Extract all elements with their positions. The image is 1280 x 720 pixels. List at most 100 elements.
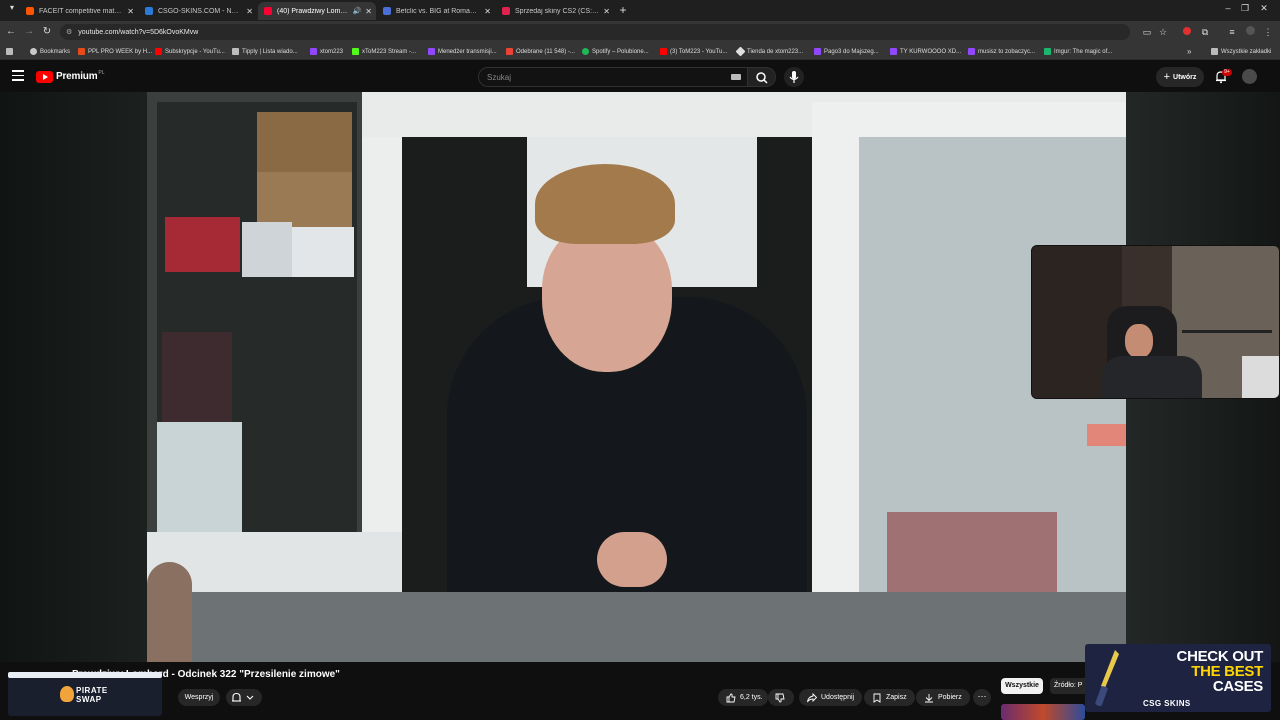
- reload-icon[interactable]: ↻: [41, 26, 53, 38]
- browser-tab-csgo-skins[interactable]: CSGO-SKINS.COM - Najlepsze ✕: [139, 2, 257, 20]
- bookmark-item[interactable]: Imgur: The magic of...: [1044, 46, 1112, 57]
- sponsor-name-line2: SWAP: [76, 695, 102, 704]
- more-actions-button[interactable]: ⋯: [973, 689, 991, 706]
- speaker-icon[interactable]: 🔊: [353, 7, 362, 15]
- youtube-premium-logo[interactable]: Premium PL: [36, 70, 105, 83]
- tab-title: CSGO-SKINS.COM - Najlepsze: [158, 7, 243, 15]
- bookmark-favicon-icon: [506, 48, 513, 55]
- site-info-icon[interactable]: ⚙: [66, 28, 72, 36]
- pirate-skull-icon: [60, 686, 74, 702]
- counter-top: [147, 592, 1126, 662]
- tab-search-icon[interactable]: ▾: [4, 3, 20, 12]
- monitor-light: [1242, 356, 1279, 398]
- logo-text: Premium: [56, 71, 98, 82]
- reflection-sign: [887, 512, 1057, 592]
- media-controls-icon[interactable]: ≡: [1226, 26, 1238, 38]
- country-code: PL: [98, 70, 105, 76]
- bookmarks-bar: Bookmarks PPL PRO WEEK by H... Subskrypc…: [0, 43, 1280, 60]
- close-tab-icon[interactable]: ✕: [603, 7, 610, 16]
- bookmark-item[interactable]: musisz to zobaczyc...: [968, 46, 1035, 57]
- video-player[interactable]: [0, 92, 1280, 662]
- browser-tab-sell-skins[interactable]: Sprzedaj skiny CS2 (CS:GO) | Na ✕: [496, 2, 614, 20]
- search-button[interactable]: [748, 67, 776, 87]
- profile-avatar-icon[interactable]: [1244, 26, 1256, 38]
- apps-grid-icon[interactable]: [6, 46, 16, 57]
- cast-icon[interactable]: ▭: [1141, 26, 1153, 38]
- bookmark-label: (3) ToM223 - YouTu...: [670, 48, 728, 55]
- sponsor-banner[interactable]: PIRATE SWAP: [8, 676, 162, 716]
- keyboard-icon[interactable]: [731, 74, 741, 80]
- bookmark-item[interactable]: Odebrane (11 548) -...: [506, 46, 575, 57]
- video-frame[interactable]: [147, 92, 1126, 662]
- forward-icon[interactable]: →: [23, 26, 35, 38]
- extensions-icon[interactable]: ⧉: [1199, 26, 1211, 38]
- related-video-thumbnail[interactable]: [1001, 704, 1085, 720]
- search-icon: [756, 72, 768, 84]
- bookmark-favicon-icon: [814, 48, 821, 55]
- bookmark-item[interactable]: Pago3 do Majszeg...: [814, 46, 879, 57]
- person-hair: [535, 164, 675, 244]
- bookmark-item[interactable]: Tipply | Lista wiado...: [232, 46, 298, 57]
- bookmark-item[interactable]: Subskrypcje - YouTu...: [155, 46, 225, 57]
- notification-bell-button[interactable]: [226, 689, 262, 706]
- close-tab-icon[interactable]: ✕: [246, 7, 253, 16]
- more-bookmarks-label: »: [1187, 47, 1192, 56]
- download-button[interactable]: Pobierz: [916, 689, 970, 706]
- filter-chip-source[interactable]: Źródło: P: [1050, 678, 1090, 694]
- cardboard-box: [257, 172, 352, 227]
- save-label: Zapisz: [886, 694, 907, 701]
- opera-extension-icon[interactable]: [1181, 26, 1193, 38]
- support-button[interactable]: Wesprzyj: [178, 689, 220, 706]
- hltv-favicon-icon: [383, 7, 391, 15]
- filter-chip-all[interactable]: Wszystkie: [1001, 678, 1043, 694]
- close-tab-icon[interactable]: ✕: [365, 7, 372, 16]
- more-bookmarks-button[interactable]: »: [1187, 46, 1191, 57]
- all-bookmarks-folder[interactable]: Wszystkie zakładki: [1211, 46, 1271, 57]
- browser-tab-betclic[interactable]: Betclic vs. BIG at Roman Imperi ✕: [377, 2, 495, 20]
- browser-tab-faceit[interactable]: FACEIT competitive match - FAC ✕: [20, 2, 138, 20]
- close-window-icon[interactable]: ✕: [1256, 3, 1272, 14]
- youtube-favicon-icon: [264, 7, 272, 15]
- bookmark-favicon-icon: [735, 46, 746, 57]
- voice-search-button[interactable]: [784, 67, 804, 87]
- bookmark-item[interactable]: Tienda de xtom223...: [735, 46, 803, 57]
- streamer-face: [1125, 324, 1153, 358]
- bookmark-item[interactable]: Menedżer transmisji...: [428, 46, 497, 57]
- star-icon[interactable]: ☆: [1157, 26, 1169, 38]
- minimize-icon[interactable]: –: [1220, 3, 1236, 13]
- hamburger-icon[interactable]: [12, 70, 24, 82]
- faceit-favicon-icon: [26, 7, 34, 15]
- promo-headline-3: CASES: [1212, 678, 1263, 695]
- streamer-shirt: [1102, 356, 1202, 398]
- bookmark-item[interactable]: xtom223: [310, 46, 343, 57]
- address-bar[interactable]: ⚙ youtube.com/watch?v=5D6kOvoKMvw: [60, 24, 1130, 40]
- bookmark-favicon-icon: [1044, 48, 1051, 55]
- tab-title: FACEIT competitive match - FAC: [39, 7, 123, 15]
- new-tab-button[interactable]: +: [616, 3, 630, 17]
- maximize-icon[interactable]: ❐: [1237, 3, 1253, 14]
- dislike-button[interactable]: [768, 689, 794, 706]
- browser-menu-icon[interactable]: ⋮: [1262, 26, 1274, 38]
- tab-title: Sprzedaj skiny CS2 (CS:GO) | Na: [515, 7, 599, 15]
- share-button[interactable]: Udostępnij: [799, 689, 863, 706]
- save-button[interactable]: Zapisz: [864, 689, 915, 706]
- like-button[interactable]: 6,2 tys.: [718, 689, 768, 706]
- create-label: Utwórz: [1173, 73, 1197, 81]
- bookmark-item[interactable]: (3) ToM223 - YouTu...: [660, 46, 727, 57]
- search-input[interactable]: [487, 72, 707, 82]
- close-tab-icon[interactable]: ✕: [484, 7, 491, 16]
- bookmark-item[interactable]: Bookmarks: [30, 46, 70, 57]
- browser-tab-youtube[interactable]: (40) Prawdziwy Lombard - 🔊 ✕: [258, 2, 376, 20]
- bookmark-item[interactable]: Spotify – Polubione...: [582, 46, 649, 57]
- bookmark-item[interactable]: xToM223 Stream -...: [352, 46, 416, 57]
- bookmark-item[interactable]: PPL PRO WEEK by H...: [78, 46, 152, 57]
- youtube-masthead: Premium PL + Utwórz: [0, 61, 1280, 92]
- bookmark-item[interactable]: TY KURWOOOO XD...: [890, 46, 961, 57]
- close-tab-icon[interactable]: ✕: [127, 7, 134, 16]
- avatar[interactable]: [1242, 69, 1257, 84]
- bookmark-favicon-icon: [428, 48, 435, 55]
- bookmark-label: Tipply | Lista wiado...: [242, 48, 298, 55]
- browser-tab-strip: FACEIT competitive match - FAC ✕ CSGO-SK…: [0, 0, 1280, 21]
- back-icon[interactable]: ←: [5, 26, 17, 38]
- create-button[interactable]: + Utwórz: [1156, 67, 1204, 87]
